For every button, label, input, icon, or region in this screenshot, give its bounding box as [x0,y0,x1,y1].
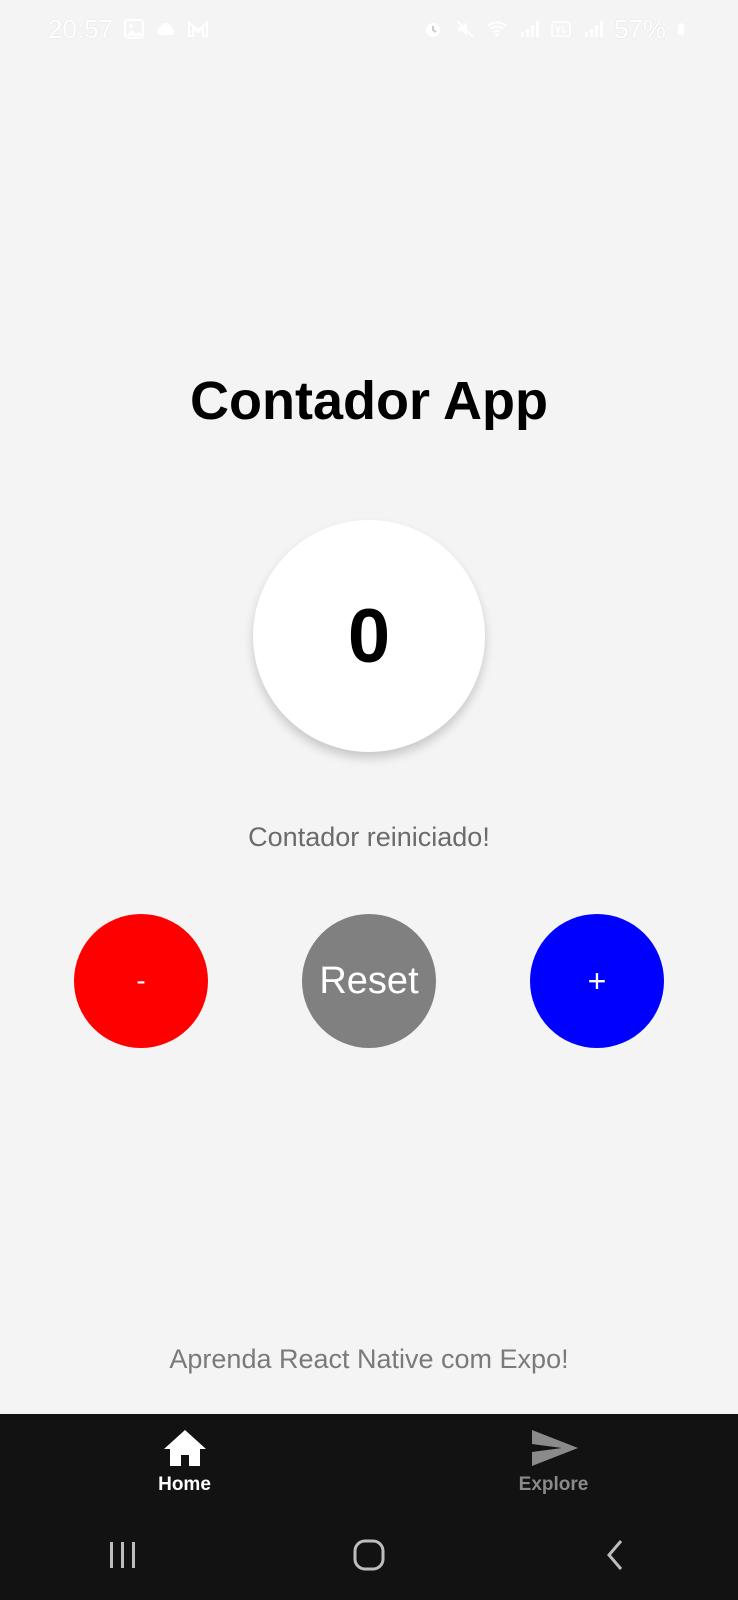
recents-icon [110,1542,135,1568]
tab-home[interactable]: Home [0,1414,369,1510]
battery-icon [677,23,685,35]
back-button[interactable] [585,1525,645,1585]
status-bar: 20:57 57% [0,0,738,58]
home-icon [163,1430,206,1466]
signal-icon [584,21,603,37]
status-right: 57% [422,14,690,45]
counter-value: 0 [347,593,391,679]
tab-explore[interactable]: Explore [369,1414,738,1510]
reset-button[interactable]: Reset [302,914,436,1048]
tab-home-label: Home [158,1474,211,1495]
send-icon [531,1430,578,1466]
status-message: Contador reiniciado! [248,822,490,852]
home-nav-icon [353,1539,385,1571]
gmail-icon [188,20,209,37]
footer-text: Aprenda React Native com Expo! [169,1344,569,1374]
counter-display: 0 [253,520,485,752]
battery-percent: 57% [613,13,666,44]
status-time: 20:57 [48,13,114,44]
recents-button[interactable] [93,1525,153,1585]
status-left: 20:57 [48,14,209,45]
increment-button[interactable]: + [530,914,664,1048]
gallery-icon [124,19,145,39]
cloud-icon [157,23,175,35]
tab-bar: Home Explore [0,1414,738,1510]
signal-icon [520,21,539,37]
mute-icon [456,20,474,38]
volte-icon [551,21,571,37]
system-nav-bar [0,1510,738,1600]
tab-explore-label: Explore [518,1474,589,1495]
decrement-button[interactable]: - [74,914,208,1048]
back-icon [607,1540,623,1570]
wifi-icon [487,21,507,37]
alarm-icon [425,23,440,37]
home-nav-button[interactable] [339,1525,399,1585]
page-title: Contador App [190,371,548,431]
